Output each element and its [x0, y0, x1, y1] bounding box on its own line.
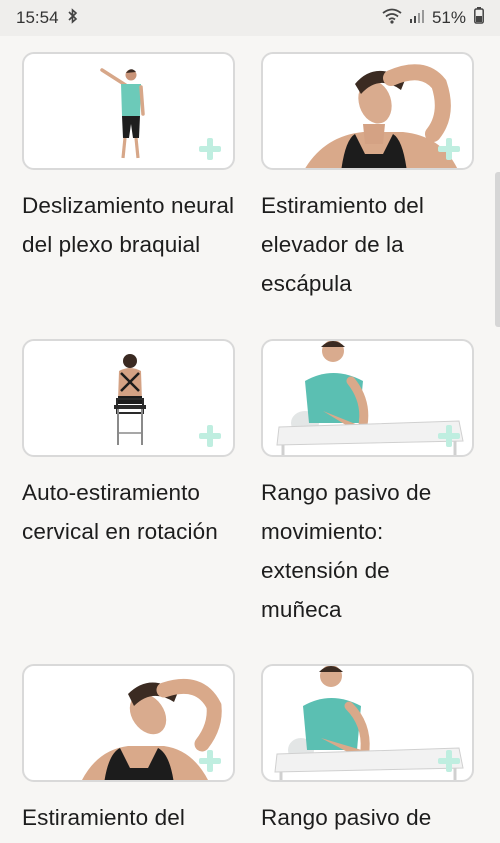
- exercise-thumbnail[interactable]: [261, 339, 474, 457]
- exercise-title[interactable]: Estiramiento del: [22, 798, 235, 837]
- add-icon[interactable]: [199, 138, 221, 160]
- battery-percent: 51%: [431, 8, 466, 27]
- exercise-card[interactable]: Rango pasivo de: [261, 664, 474, 837]
- exercise-title[interactable]: Rango pasivo de movimiento: extensión de…: [261, 473, 474, 629]
- exercise-thumbnail[interactable]: [261, 664, 474, 782]
- scrollbar[interactable]: [495, 172, 500, 327]
- exercise-title[interactable]: Auto-estiramiento cervical en rotación: [22, 473, 235, 551]
- exercise-title[interactable]: Deslizamiento neural del plexo braquial: [22, 186, 235, 264]
- signal-icon: [409, 8, 424, 29]
- add-icon[interactable]: [199, 425, 221, 447]
- bluetooth-icon: [67, 7, 79, 29]
- exercise-thumbnail[interactable]: [261, 52, 474, 170]
- exercise-thumbnail[interactable]: [22, 339, 235, 457]
- exercise-thumbnail[interactable]: [22, 664, 235, 782]
- add-icon[interactable]: [438, 750, 460, 772]
- exercise-card[interactable]: Deslizamiento neural del plexo braquial: [22, 52, 235, 264]
- exercise-card[interactable]: Estiramiento del: [22, 664, 235, 837]
- exercise-thumbnail[interactable]: [22, 52, 235, 170]
- add-icon[interactable]: [438, 138, 460, 160]
- exercise-card[interactable]: Auto-estiramiento cervical en rotación: [22, 339, 235, 551]
- exercise-card[interactable]: Estiramiento del elevador de la escápula: [261, 52, 474, 303]
- exercise-card[interactable]: Rango pasivo de movimiento: extensión de…: [261, 339, 474, 629]
- wifi-icon: [382, 8, 402, 29]
- battery-icon: [474, 7, 484, 29]
- add-icon[interactable]: [438, 425, 460, 447]
- status-bar: 15:54 51%: [0, 0, 500, 36]
- exercise-title[interactable]: Rango pasivo de: [261, 798, 474, 837]
- add-icon[interactable]: [199, 750, 221, 772]
- exercise-title[interactable]: Estiramiento del elevador de la escápula: [261, 186, 474, 303]
- status-time: 15:54: [16, 8, 59, 27]
